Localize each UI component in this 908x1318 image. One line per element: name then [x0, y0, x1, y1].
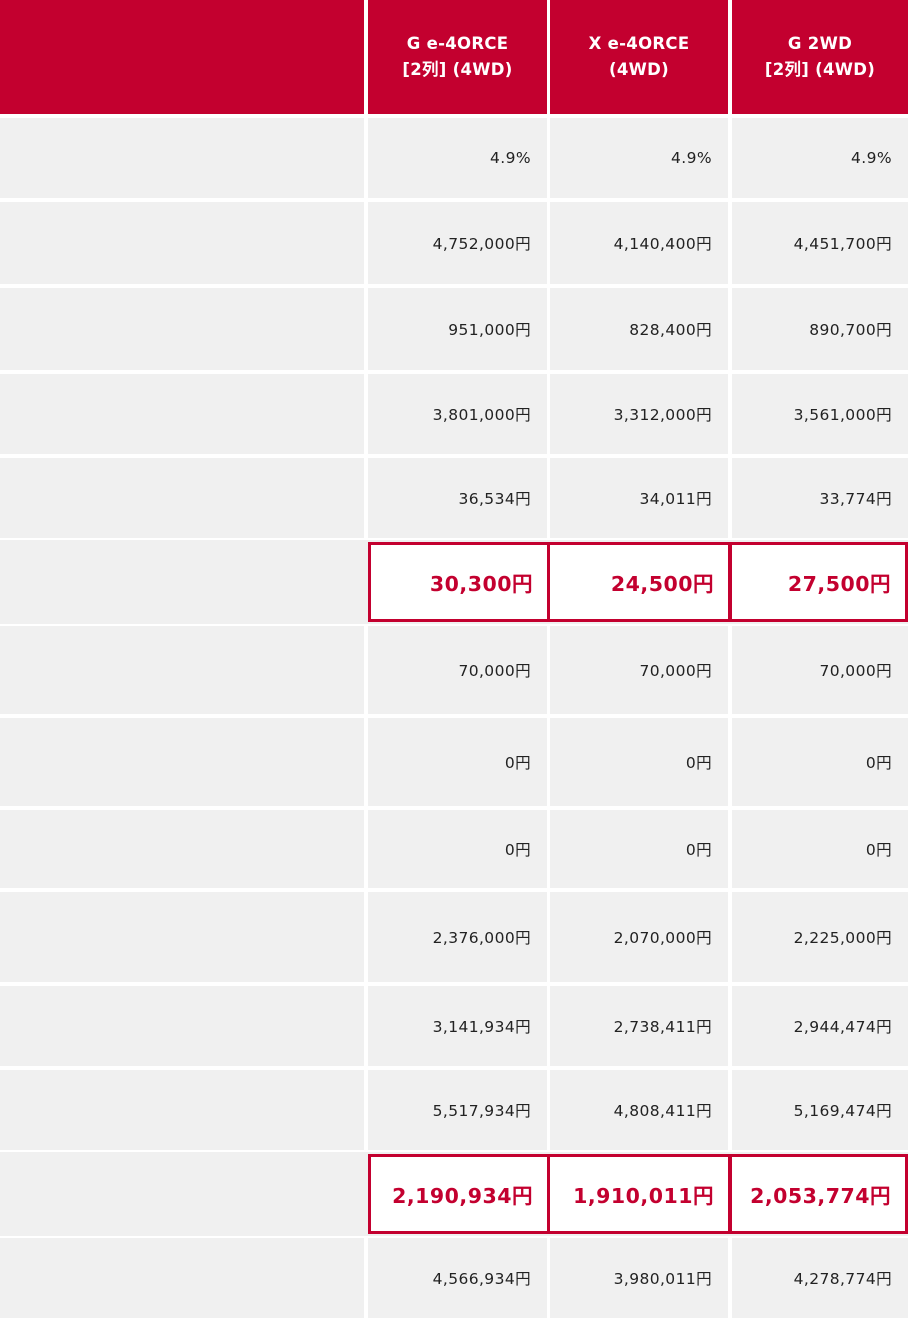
row-label-cell [0, 458, 364, 538]
value-cell: 2,070,000円 [550, 892, 728, 982]
table-row: 951,000円 828,400円 890,700円 [0, 288, 908, 370]
table-row: 2,376,000円 2,070,000円 2,225,000円 [0, 892, 908, 982]
row-label-cell [0, 626, 364, 714]
value-cell: 3,980,011円 [550, 1238, 728, 1318]
header-line2: [2列] (4WD) [402, 60, 513, 79]
value-cell: 2,225,000円 [732, 892, 908, 982]
value-cell: 3,312,000円 [550, 374, 728, 454]
table-row-highlight: 30,300円 24,500円 27,500円 [0, 540, 908, 624]
comparison-table: G e-4ORCE [2列] (4WD) X e-4ORCE (4WD) G 2… [0, 0, 908, 1318]
value-cell: 2,738,411円 [550, 986, 728, 1066]
value-cell: 4,808,411円 [550, 1070, 728, 1150]
highlight-value-cell: 1,910,011円 [547, 1154, 731, 1234]
value-cell: 4.9% [550, 118, 728, 198]
value-cell: 5,169,474円 [732, 1070, 908, 1150]
value-cell: 0円 [368, 810, 547, 888]
value-cell: 70,000円 [368, 626, 547, 714]
value-cell: 0円 [368, 718, 547, 806]
row-label-cell [0, 288, 364, 370]
row-label-cell [0, 892, 364, 982]
row-label-cell [0, 374, 364, 454]
value-cell: 3,801,000円 [368, 374, 547, 454]
value-cell: 3,561,000円 [732, 374, 908, 454]
value-cell: 3,141,934円 [368, 986, 547, 1066]
value-cell: 4,278,774円 [732, 1238, 908, 1318]
value-cell: 4,451,700円 [732, 202, 908, 284]
value-cell: 33,774円 [732, 458, 908, 538]
header-line2: (4WD) [609, 60, 669, 79]
value-cell: 828,400円 [550, 288, 728, 370]
value-cell: 34,011円 [550, 458, 728, 538]
value-cell: 70,000円 [550, 626, 728, 714]
header-line1: X e-4ORCE [588, 34, 690, 53]
table-row: 4,752,000円 4,140,400円 4,451,700円 [0, 202, 908, 284]
value-cell: 890,700円 [732, 288, 908, 370]
row-label-cell [0, 540, 364, 624]
header-label-cell [0, 0, 364, 114]
value-cell: 0円 [550, 810, 728, 888]
table-row: 0円 0円 0円 [0, 718, 908, 806]
highlight-value-cell: 2,053,774円 [729, 1154, 908, 1234]
value-cell: 0円 [550, 718, 728, 806]
table-row: 4,566,934円 3,980,011円 4,278,774円 [0, 1238, 908, 1318]
header-grade-g-e4orce: G e-4ORCE [2列] (4WD) [368, 0, 547, 114]
row-label-cell [0, 986, 364, 1066]
value-cell: 0円 [732, 810, 908, 888]
header-line2: [2列] (4WD) [764, 60, 876, 79]
highlight-value-cell: 24,500円 [547, 542, 731, 622]
row-label-cell [0, 202, 364, 284]
table-row: 3,801,000円 3,312,000円 3,561,000円 [0, 374, 908, 454]
value-cell: 4.9% [732, 118, 908, 198]
table-row: 3,141,934円 2,738,411円 2,944,474円 [0, 986, 908, 1066]
value-cell: 4,752,000円 [368, 202, 547, 284]
table-header: G e-4ORCE [2列] (4WD) X e-4ORCE (4WD) G 2… [0, 0, 908, 114]
value-cell: 951,000円 [368, 288, 547, 370]
value-cell: 2,944,474円 [732, 986, 908, 1066]
highlight-value-cell: 30,300円 [368, 542, 550, 622]
value-cell: 4.9% [368, 118, 547, 198]
table-row: 36,534円 34,011円 33,774円 [0, 458, 908, 538]
highlight-value-cell: 2,190,934円 [368, 1154, 550, 1234]
row-label-cell [0, 1152, 364, 1236]
row-label-cell [0, 1070, 364, 1150]
value-cell: 70,000円 [732, 626, 908, 714]
value-cell: 5,517,934円 [368, 1070, 547, 1150]
header-grade-x-e4orce: X e-4ORCE (4WD) [550, 0, 728, 114]
value-cell: 4,566,934円 [368, 1238, 547, 1318]
row-label-cell [0, 718, 364, 806]
value-cell: 36,534円 [368, 458, 547, 538]
table-row: 5,517,934円 4,808,411円 5,169,474円 [0, 1070, 908, 1150]
table-row: 4.9% 4.9% 4.9% [0, 118, 908, 198]
row-label-cell [0, 118, 364, 198]
header-line1: G 2WD [787, 34, 853, 53]
row-label-cell [0, 810, 364, 888]
table-row: 70,000円 70,000円 70,000円 [0, 626, 908, 714]
table-row-highlight: 2,190,934円 1,910,011円 2,053,774円 [0, 1152, 908, 1236]
value-cell: 4,140,400円 [550, 202, 728, 284]
table-row: 0円 0円 0円 [0, 810, 908, 888]
value-cell: 2,376,000円 [368, 892, 547, 982]
header-grade-g-2wd: G 2WD [2列] (4WD) [732, 0, 908, 114]
header-line1: G e-4ORCE [406, 34, 509, 53]
highlight-value-cell: 27,500円 [729, 542, 908, 622]
value-cell: 0円 [732, 718, 908, 806]
row-label-cell [0, 1238, 364, 1318]
